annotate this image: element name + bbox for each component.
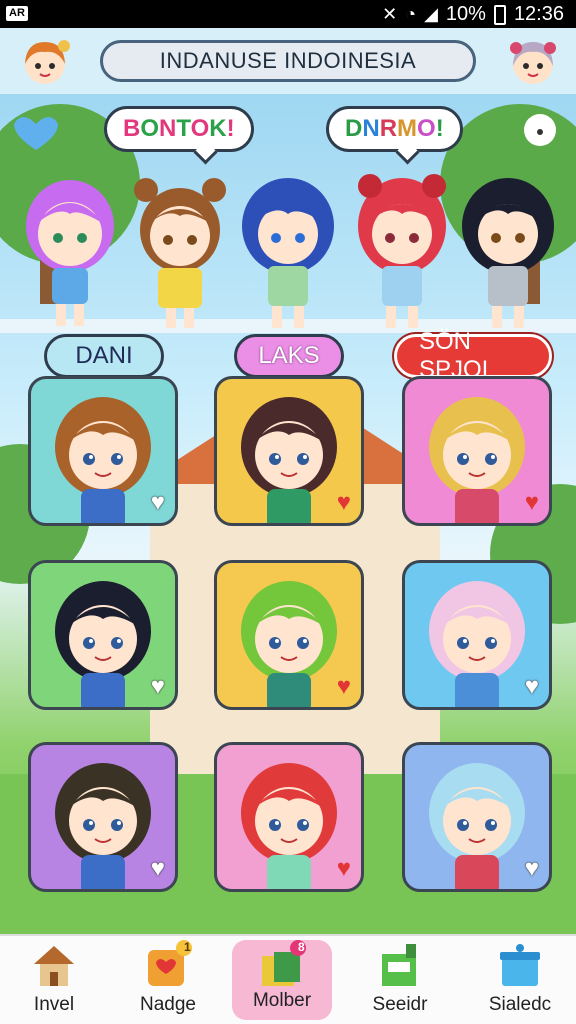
molber-badge-count: 8: [298, 940, 305, 954]
house-icon: [34, 946, 74, 986]
nav-item-invel[interactable]: Invel: [4, 936, 104, 1024]
right-avatar[interactable]: [506, 36, 560, 90]
bubble-left-text: BONTOK!: [123, 115, 235, 142]
wifi-icon: ◔: [405, 4, 417, 24]
speech-bubble-left: BONTOK!: [104, 106, 254, 152]
heart-icon[interactable]: ♥: [525, 675, 539, 699]
heart-icon[interactable]: ♥: [525, 857, 539, 881]
character-card[interactable]: ♥: [214, 560, 364, 710]
nav-item-molber[interactable]: 8 Molber: [232, 940, 332, 1020]
status-bar: AR ✕ ◔ ◢ 10% 12:36: [0, 0, 576, 28]
tag-laks[interactable]: LAKS: [234, 334, 344, 378]
clock: 12:36: [513, 3, 564, 25]
header: INDANUSE INDOINESIA: [0, 28, 576, 94]
heart-icon[interactable]: ♥: [337, 675, 351, 699]
character-card[interactable]: ♥: [28, 376, 178, 526]
bubble-right-text: DNRMO!: [345, 115, 444, 142]
nav-label-sialedc: Sialedc: [488, 994, 552, 1015]
left-avatar[interactable]: [18, 36, 72, 90]
ar-badge: AR: [6, 6, 28, 21]
storage-box-icon: [500, 944, 540, 986]
character-card[interactable]: ♥: [402, 376, 552, 526]
character-red-hair: [358, 174, 446, 328]
nav-item-seeidr[interactable]: Seeidr: [350, 936, 450, 1024]
tag-son-spjqi[interactable]: SÖN SPJQI: [394, 328, 552, 383]
battery-icon: [493, 4, 506, 25]
nav-item-nadge[interactable]: 1 Nadge: [118, 936, 218, 1024]
battery-level: 10%: [445, 3, 486, 25]
character-black-hair: [462, 178, 554, 328]
character-card[interactable]: ♥: [402, 560, 552, 710]
character-card[interactable]: ♥: [214, 376, 364, 526]
character-card[interactable]: ♥: [402, 742, 552, 892]
game-scene: BONTOK! DNRMO! DANI LAKS SÖN SPJQI ♥ ♥ ♥…: [0, 94, 576, 934]
character-card[interactable]: ♥: [28, 560, 178, 710]
tag-dani[interactable]: DANI: [44, 334, 164, 378]
heart-icon[interactable]: ♥: [525, 491, 539, 515]
heart-icon[interactable]: ♥: [337, 857, 351, 881]
nadge-badge-count: 1: [184, 940, 191, 954]
speech-bubble-right: DNRMO!: [326, 106, 463, 152]
character-pink-hair: [26, 180, 114, 326]
nav-label-nadge: Nadge: [140, 994, 196, 1015]
mute-icon: ✕: [382, 4, 398, 24]
heart-icon[interactable]: ♥: [151, 857, 165, 881]
nav-label-seeidr: Seeidr: [372, 994, 428, 1015]
character-card[interactable]: ♥: [214, 742, 364, 892]
nav-label-molber: Molber: [252, 990, 312, 1011]
page-title: INDANUSE INDOINESIA: [100, 40, 476, 82]
signal-icon: ◢: [424, 4, 438, 24]
character-brown-hair: [134, 178, 226, 328]
heart-icon[interactable]: ♥: [337, 491, 351, 515]
character-blue-hair: [242, 178, 334, 328]
nav-label-invel: Invel: [33, 994, 75, 1015]
character-lineup: [26, 174, 554, 328]
character-card[interactable]: ♥: [28, 742, 178, 892]
bottom-navigation: Invel 1 Nadge 8 Molber Seeidr Sialedc: [0, 934, 576, 1024]
shopping-bag-icon: [382, 944, 416, 986]
heart-icon[interactable]: ♥: [151, 675, 165, 699]
heart-icon[interactable]: ♥: [151, 491, 165, 515]
nav-item-sialedc[interactable]: Sialedc: [470, 936, 570, 1024]
